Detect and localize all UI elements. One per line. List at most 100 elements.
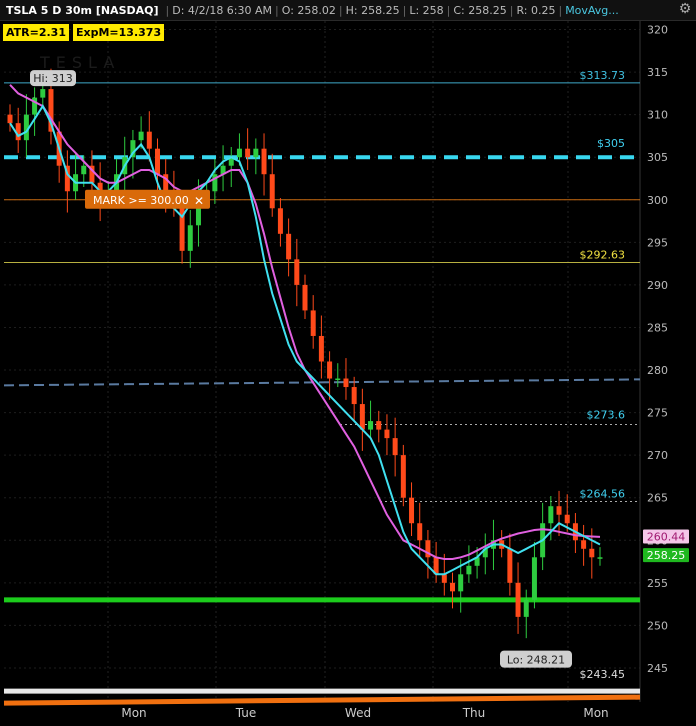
candle-body[interactable] bbox=[392, 438, 398, 456]
range-readout: R: 0.25 bbox=[516, 3, 556, 17]
candle-body[interactable] bbox=[81, 165, 87, 175]
y-tick-label: 250 bbox=[647, 619, 668, 632]
low-readout: L: 258 bbox=[409, 3, 444, 17]
x-tick-label: Mon bbox=[583, 706, 608, 720]
candle-body[interactable] bbox=[441, 574, 447, 583]
price-chart[interactable]: $313.73 $305 $292.63 $273.6 $264.56 $243.45 2… bbox=[0, 0, 696, 726]
candle-body[interactable] bbox=[146, 131, 152, 149]
level-label: $273.6 bbox=[587, 408, 626, 421]
candle-body[interactable] bbox=[7, 114, 13, 124]
candle-body[interactable] bbox=[458, 574, 464, 592]
level-label: $305 bbox=[597, 137, 625, 150]
y-tick-label: 270 bbox=[647, 449, 668, 462]
y-tick-label: 305 bbox=[647, 151, 668, 164]
y-tick-label: 265 bbox=[647, 492, 668, 505]
close-readout: C: 258.25 bbox=[453, 3, 507, 17]
candle-body[interactable] bbox=[359, 404, 365, 430]
candle-body[interactable] bbox=[589, 548, 595, 558]
candle-body[interactable] bbox=[376, 421, 382, 430]
separator: | bbox=[402, 3, 407, 17]
candle-body[interactable] bbox=[556, 506, 562, 515]
candle-body[interactable] bbox=[187, 225, 193, 251]
study-label[interactable]: MovAvg... bbox=[565, 4, 619, 17]
candle-body[interactable] bbox=[277, 208, 283, 234]
expm-badge: ExpM=13.373 bbox=[73, 24, 165, 41]
study-values: ATR=2.31 ExpM=13.373 bbox=[3, 24, 165, 41]
symbol-label[interactable]: TSLA 5 D 30m [NASDAQ] bbox=[0, 4, 163, 17]
last-price-tag-text: 258.25 bbox=[647, 549, 686, 562]
candle-body[interactable] bbox=[581, 540, 587, 549]
candle-body[interactable] bbox=[310, 310, 316, 336]
candle-body[interactable] bbox=[400, 455, 406, 498]
last-price-tag: 258.25 bbox=[643, 548, 689, 563]
candle-body[interactable] bbox=[318, 335, 324, 362]
x-tick-label: Thu bbox=[462, 706, 486, 720]
candle-body[interactable] bbox=[269, 174, 275, 209]
candle-body[interactable] bbox=[245, 148, 251, 158]
candle-body[interactable] bbox=[409, 497, 415, 524]
x-tick-label: Tue bbox=[235, 706, 257, 720]
open-readout: O: 258.02 bbox=[281, 3, 336, 17]
level-label: $243.45 bbox=[580, 668, 626, 681]
candle-body[interactable] bbox=[40, 89, 46, 98]
candle-body[interactable] bbox=[327, 361, 333, 379]
date-readout: D: 4/2/18 6:30 AM bbox=[172, 3, 273, 17]
level-label: $292.63 bbox=[580, 248, 626, 261]
y-tick-label: 300 bbox=[647, 194, 668, 207]
chart-header: TSLA 5 D 30m [NASDAQ] | D: 4/2/18 6:30 A… bbox=[0, 0, 696, 21]
x-tick-label: Mon bbox=[121, 706, 146, 720]
candle-body[interactable] bbox=[294, 259, 300, 285]
hi-label: Hi: 313 bbox=[33, 72, 73, 85]
watermark-logo: TESLA bbox=[39, 53, 120, 72]
atr-badge: ATR=2.31 bbox=[3, 24, 69, 41]
y-tick-label: 310 bbox=[647, 109, 668, 122]
candle-body[interactable] bbox=[548, 506, 554, 524]
separator: | bbox=[446, 3, 451, 17]
candle-body[interactable] bbox=[236, 148, 242, 158]
candle-body[interactable] bbox=[515, 582, 521, 617]
mark-alert-label: MARK >= 300.00 bbox=[93, 194, 189, 207]
trend-line[interactable] bbox=[3, 378, 641, 387]
lo-label: Lo: 248.21 bbox=[507, 654, 565, 667]
candle-body[interactable] bbox=[261, 148, 267, 175]
candle-body[interactable] bbox=[523, 599, 529, 617]
separator: | bbox=[165, 3, 170, 17]
y-tick-label: 275 bbox=[647, 407, 668, 420]
candle-body[interactable] bbox=[531, 557, 537, 600]
candle-body[interactable] bbox=[343, 378, 349, 388]
candle-body[interactable] bbox=[564, 514, 570, 524]
candle-body[interactable] bbox=[351, 387, 357, 405]
y-tick-label: 295 bbox=[647, 236, 668, 249]
candle-body[interactable] bbox=[417, 523, 423, 541]
candle-body[interactable] bbox=[286, 233, 292, 260]
ma-price-tag: 260.44 bbox=[643, 529, 689, 544]
candle-body[interactable] bbox=[597, 557, 603, 559]
x-tick-label: Wed bbox=[345, 706, 371, 720]
level-label: $313.73 bbox=[580, 69, 626, 82]
gear-icon[interactable]: ⚙ bbox=[678, 2, 692, 16]
y-tick-label: 280 bbox=[647, 364, 668, 377]
candle-body[interactable] bbox=[466, 565, 472, 575]
y-tick-label: 245 bbox=[647, 662, 668, 675]
candle-body[interactable] bbox=[384, 429, 390, 439]
candle-body[interactable] bbox=[368, 421, 374, 430]
orange-trend-line[interactable] bbox=[3, 694, 641, 706]
close-icon[interactable]: ✕ bbox=[194, 194, 204, 208]
y-tick-label: 255 bbox=[647, 577, 668, 590]
candle-body[interactable] bbox=[507, 548, 513, 583]
candle-body[interactable] bbox=[450, 582, 455, 592]
candle-body[interactable] bbox=[138, 131, 144, 141]
y-tick-label: 320 bbox=[647, 24, 668, 37]
separator: | bbox=[338, 3, 343, 17]
candle-body[interactable] bbox=[155, 148, 160, 175]
ma-price-tag-text: 260.44 bbox=[647, 531, 686, 544]
level-label: $264.56 bbox=[580, 487, 626, 500]
separator: | bbox=[558, 3, 563, 17]
y-tick-label: 290 bbox=[647, 279, 668, 292]
separator: | bbox=[509, 3, 514, 17]
y-tick-label: 315 bbox=[647, 66, 668, 79]
candle-body[interactable] bbox=[253, 148, 259, 158]
candle-body[interactable] bbox=[335, 378, 341, 381]
y-tick-label: 285 bbox=[647, 321, 668, 334]
candle-body[interactable] bbox=[302, 284, 308, 311]
